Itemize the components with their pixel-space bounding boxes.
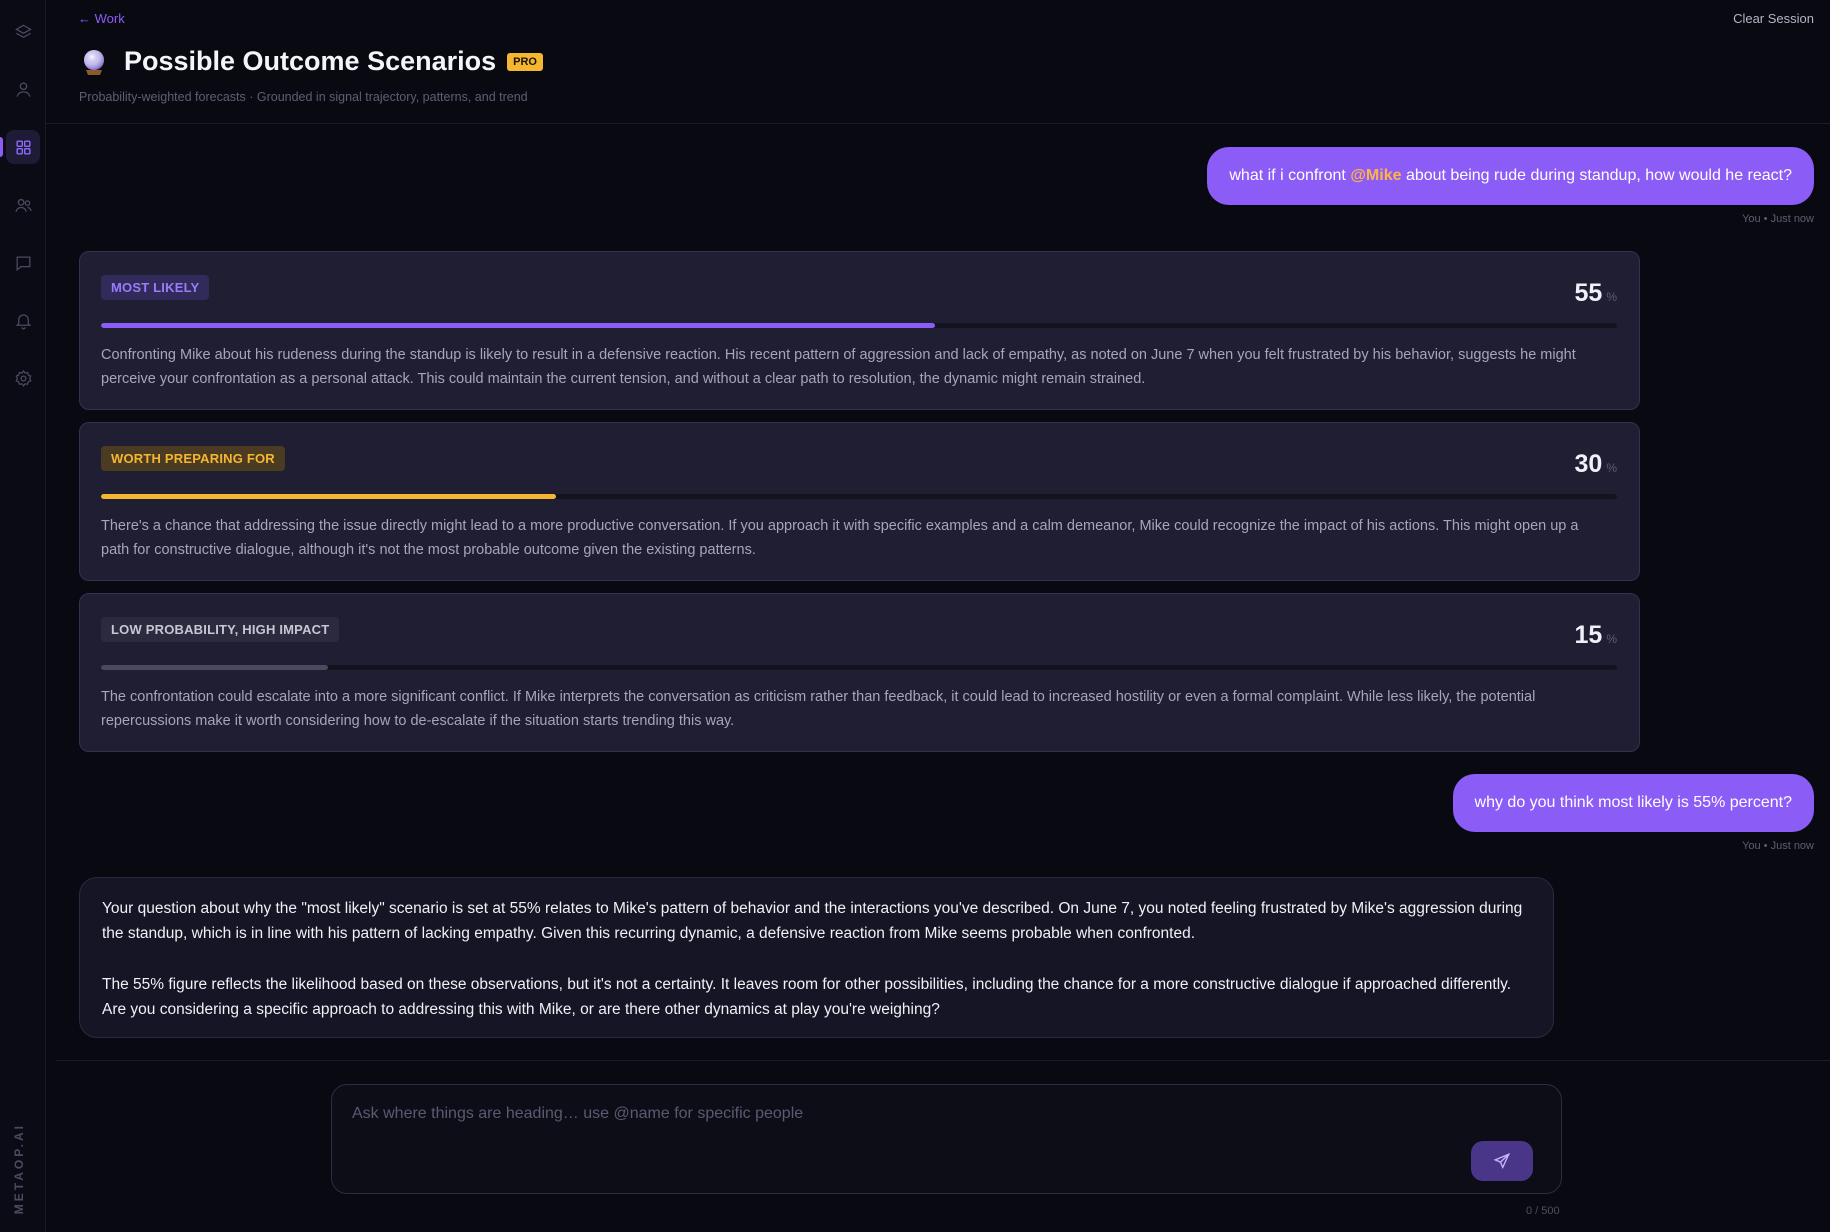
scenario-percent: 55% bbox=[1575, 279, 1617, 308]
probability-fill bbox=[101, 665, 329, 670]
message-meta: You • Just now bbox=[1742, 213, 1814, 225]
probability-fill bbox=[101, 323, 935, 328]
back-link[interactable]: ← Work bbox=[78, 11, 125, 26]
message-text: what if i confront bbox=[1229, 167, 1351, 184]
users-icon[interactable] bbox=[6, 188, 40, 222]
probability-bar bbox=[101, 494, 1617, 499]
percent-value: 15 bbox=[1574, 621, 1603, 649]
probability-bar bbox=[101, 665, 1617, 670]
probability-fill bbox=[101, 494, 556, 499]
user-message-bubble: why do you think most likely is 55% perc… bbox=[1452, 774, 1814, 832]
gear-icon[interactable] bbox=[6, 361, 40, 395]
scenario-description: There's a chance that addressing the iss… bbox=[101, 518, 1579, 558]
percent-value: 30 bbox=[1574, 450, 1603, 478]
user-message-bubble: what if i confront @Mike about being rud… bbox=[1207, 147, 1814, 205]
send-icon bbox=[1493, 1152, 1511, 1170]
percent-value: 55 bbox=[1574, 279, 1603, 307]
page-subtitle: Probability-weighted forecasts · Grounde… bbox=[79, 90, 528, 104]
crystal-ball-icon bbox=[84, 49, 104, 75]
brand-logo-text: METAOP.AI bbox=[12, 1122, 26, 1214]
scenario-tag: MOST LIKELY bbox=[101, 275, 210, 300]
message-input[interactable] bbox=[352, 1105, 1452, 1123]
scenario-card-low-probability: LOW PROBABILITY, HIGH IMPACT 15% The con… bbox=[79, 593, 1640, 752]
page-title: Possible Outcome Scenarios bbox=[124, 46, 497, 76]
scenario-description: Confronting Mike about his rudeness duri… bbox=[101, 347, 1576, 387]
message-text: about being rude during standup, how wou… bbox=[1401, 167, 1792, 184]
assistant-paragraph: The 55% figure reflects the likelihood b… bbox=[102, 976, 1512, 1018]
sidebar: METAOP.AI bbox=[0, 0, 46, 1232]
assistant-message: Your question about why the "most likely… bbox=[79, 877, 1554, 1038]
mention-tag[interactable]: @Mike bbox=[1350, 167, 1401, 185]
grid-icon[interactable] bbox=[6, 130, 40, 164]
assistant-paragraph: Your question about why the "most likely… bbox=[102, 900, 1523, 942]
active-nav-indicator bbox=[0, 137, 3, 157]
percent-unit: % bbox=[1606, 461, 1617, 475]
layers-icon[interactable] bbox=[6, 15, 40, 49]
clear-session-button[interactable]: Clear Session bbox=[1733, 11, 1814, 26]
composer bbox=[331, 1084, 1562, 1194]
chat-icon[interactable] bbox=[6, 246, 40, 280]
character-counter: 0 / 500 bbox=[1526, 1205, 1560, 1217]
percent-unit: % bbox=[1606, 290, 1617, 304]
probability-bar bbox=[101, 323, 1617, 328]
scenario-percent: 15% bbox=[1575, 621, 1617, 650]
message-text: why do you think most likely is 55% perc… bbox=[1474, 794, 1792, 811]
scenario-tag: LOW PROBABILITY, HIGH IMPACT bbox=[101, 617, 340, 642]
page-header: ← Work Clear Session Possible Outcome Sc… bbox=[46, 0, 1830, 124]
percent-unit: % bbox=[1606, 632, 1617, 646]
bell-icon[interactable] bbox=[6, 303, 40, 337]
pro-badge: PRO bbox=[507, 52, 543, 71]
scenario-card-most-likely: MOST LIKELY 55% Confronting Mike about h… bbox=[79, 251, 1640, 410]
message-meta: You • Just now bbox=[1742, 840, 1814, 852]
send-button[interactable] bbox=[1471, 1141, 1533, 1181]
scenario-percent: 30% bbox=[1575, 450, 1617, 479]
scenario-tag: WORTH PREPARING FOR bbox=[101, 446, 285, 471]
user-icon[interactable] bbox=[6, 72, 40, 106]
scenario-card-worth-preparing: WORTH PREPARING FOR 30% There's a chance… bbox=[79, 422, 1640, 581]
scenario-description: The confrontation could escalate into a … bbox=[101, 689, 1536, 729]
title-row: Possible Outcome Scenarios PRO bbox=[80, 46, 543, 77]
